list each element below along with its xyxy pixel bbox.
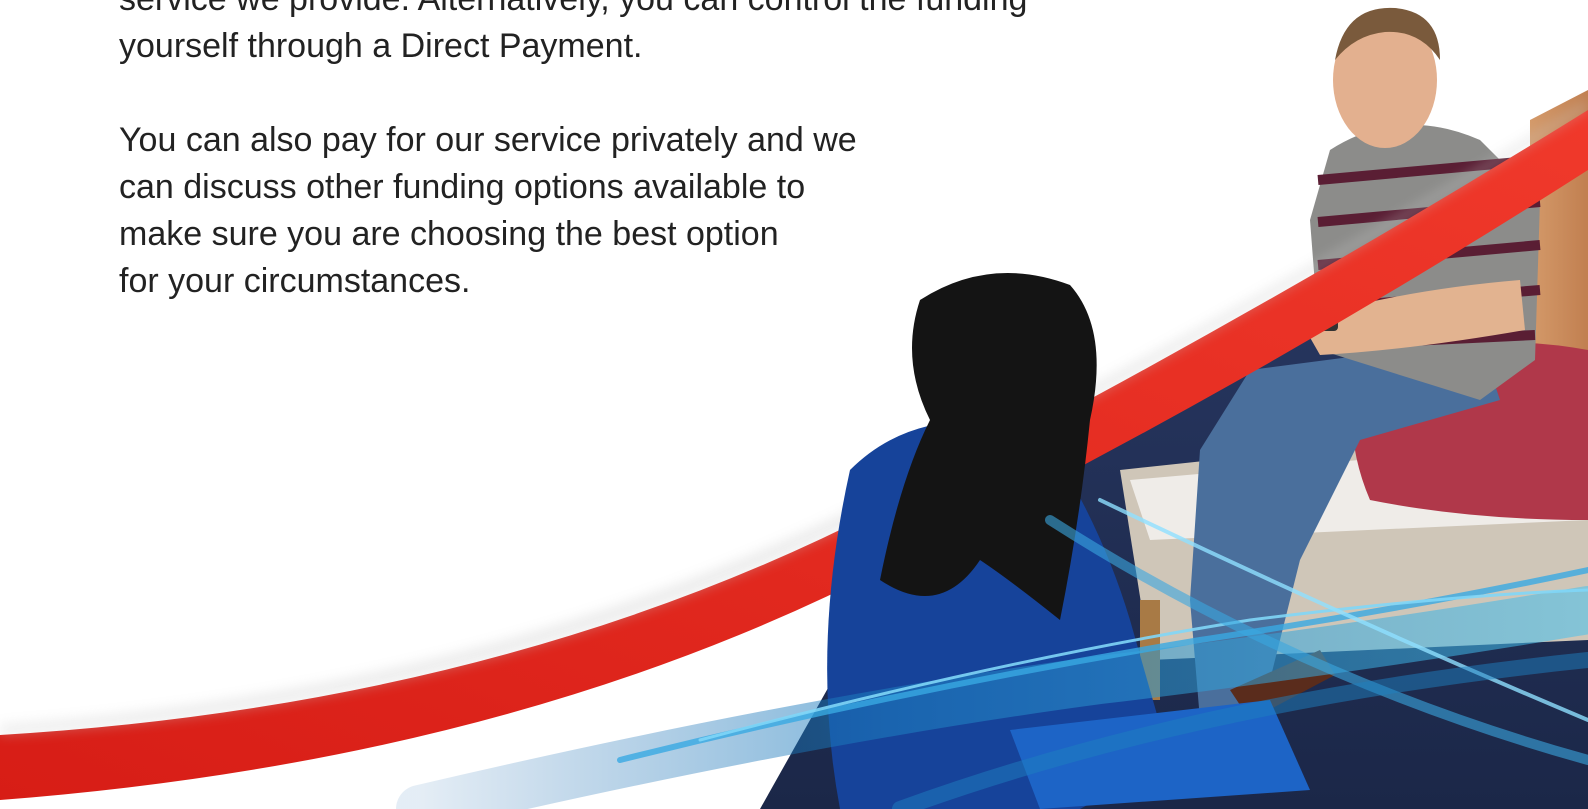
private-line-4: for your circumstances. — [119, 262, 471, 300]
private-line-1: You can also pay for our service private… — [119, 121, 857, 159]
private-funding-paragraph: You can also pay for our service private… — [119, 117, 979, 305]
intro-line-2: yourself through a Direct Payment. — [119, 27, 643, 65]
private-line-2: can discuss other funding options availa… — [119, 168, 806, 206]
intro-line-1: service we provide. Alternatively, you c… — [119, 0, 1199, 23]
intro-paragraph: service we provide. Alternatively, you c… — [119, 0, 1199, 70]
private-line-3: make sure you are choosing the best opti… — [119, 215, 779, 253]
funding-text: service we provide. Alternatively, you c… — [119, 0, 1199, 305]
